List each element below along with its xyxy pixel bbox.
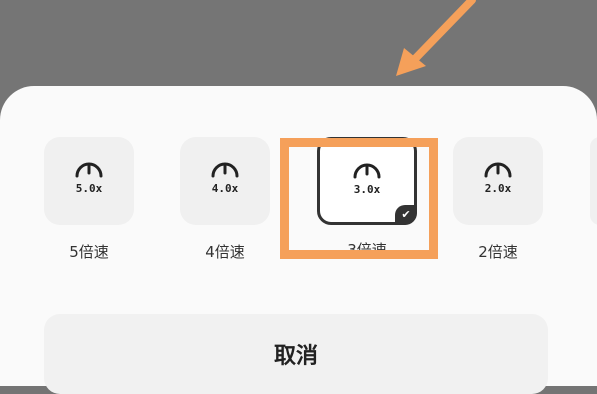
speed-option-label: 2倍速 [478,243,518,261]
speed-option-label: 4倍速 [205,243,245,261]
speedometer-icon [211,162,239,178]
speed-icon-text: 5.0x [75,182,103,195]
cancel-button[interactable]: 取消 [44,314,548,394]
speed-option-5x[interactable]: 5.0x [44,137,134,225]
speed-option-2x[interactable]: 2.0x [453,137,543,225]
speed-option-partial[interactable] [590,137,597,225]
speed-option-4x[interactable]: 4.0x [180,137,270,225]
speed-option-label: 5倍速 [69,243,109,261]
speed-icon-text: 2.0x [484,182,512,195]
speedometer-icon [75,162,103,178]
speedometer-icon [484,162,512,178]
cancel-label: 取消 [273,344,318,369]
speed-icon-text: 4.0x [211,182,239,195]
annotation-highlight-box [280,138,438,259]
